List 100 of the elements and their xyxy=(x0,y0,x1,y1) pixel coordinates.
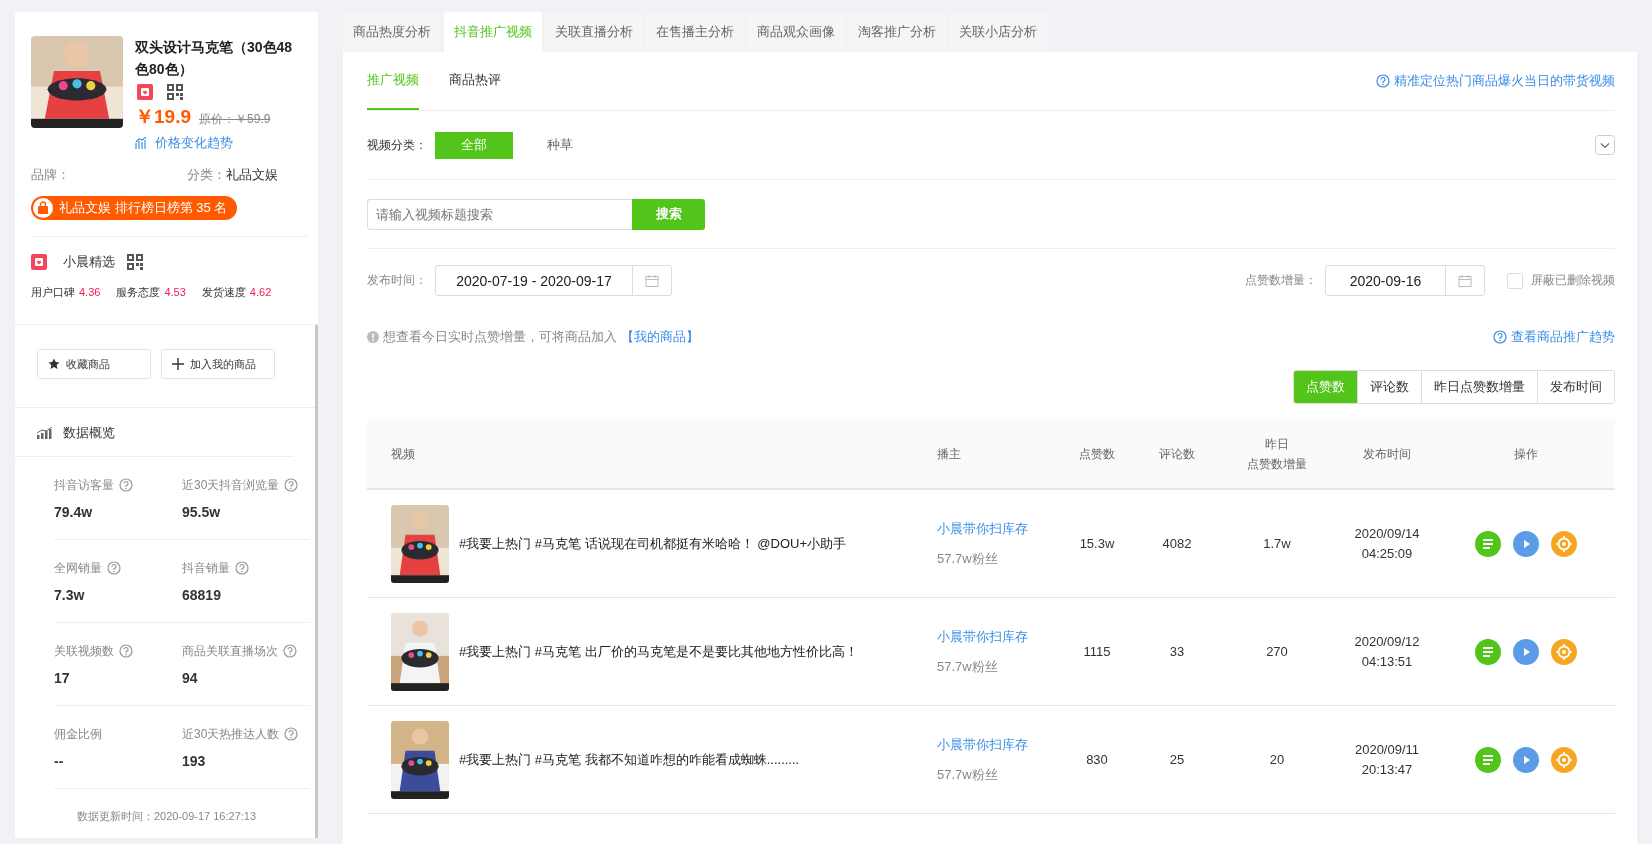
author-link[interactable]: 小晨带你扫库存 xyxy=(937,519,1028,538)
subtab[interactable]: 商品热评 xyxy=(449,52,501,110)
help-icon xyxy=(284,727,299,741)
metric-value: 68819 xyxy=(182,586,222,603)
rating-value: 4.62 xyxy=(249,286,272,298)
metric-value: -- xyxy=(54,752,65,769)
add-button[interactable]: 加入我的商品 xyxy=(161,349,275,379)
author-link[interactable]: 小晨带你扫库存 xyxy=(937,735,1028,754)
calendar-icon xyxy=(1458,273,1472,288)
metric-label: 佣金比例 xyxy=(54,725,102,743)
metric-value: 79.4w xyxy=(54,503,94,520)
product-title: 双头设计马克笔（30色48色80色） xyxy=(135,38,294,79)
shop-name: 小晨精选 xyxy=(63,253,115,271)
video-title: #我要上热门 #马克笔 我都不知道咋想的咋能看成蜘蛛......... xyxy=(459,750,800,769)
details-button[interactable] xyxy=(1475,638,1501,665)
category-option[interactable]: 种草 xyxy=(521,131,599,159)
column-header: 播主 xyxy=(937,445,962,463)
rating-label: 用户口碑 xyxy=(31,286,75,298)
date-picker[interactable]: 2020-07-19 - 2020-09-17 xyxy=(435,265,672,296)
search-field[interactable]: 请输入视频标题搜索 xyxy=(367,198,632,230)
my-products-link[interactable]: 【我的商品】 xyxy=(621,328,699,346)
help-icon xyxy=(283,644,297,658)
table-cell-text: 830 xyxy=(1085,752,1109,767)
rating-value: 4.36 xyxy=(79,286,101,298)
help-icon xyxy=(119,644,133,658)
plus-icon xyxy=(172,358,184,370)
rank-badge: 礼品文娱 排行榜日榜第 35 名 xyxy=(31,196,238,220)
checkbox-label: 屏蔽已删除视频 xyxy=(1531,272,1615,289)
author-link[interactable]: 小晨带你扫库存 xyxy=(937,627,1028,646)
shop-icon xyxy=(31,254,47,270)
tab[interactable]: 关联直播分析 xyxy=(545,12,643,52)
play-button[interactable] xyxy=(1513,530,1539,557)
follower-count: 57.7w粉丝 xyxy=(937,549,998,568)
help-icon xyxy=(284,478,299,492)
tab[interactable]: 在售播主分析 xyxy=(646,12,744,52)
details-button[interactable] xyxy=(1475,530,1501,557)
publish-date: 2020/09/11 xyxy=(1353,740,1421,759)
help-link[interactable]: 精准定位热门商品爆火当日的带货视频 xyxy=(1376,72,1615,90)
sort-button[interactable]: 发布时间 xyxy=(1537,371,1614,403)
category-value: 礼品文娱 xyxy=(226,167,278,182)
video-title: #我要上热门 #马克笔 出厂价的马克笔是不是要比其他地方性价比高！ xyxy=(459,642,858,661)
brand-label: 品牌： xyxy=(31,166,70,184)
metric-label: 近30天抖音浏览量 xyxy=(182,476,280,494)
help-icon xyxy=(119,478,133,492)
play-button[interactable] xyxy=(1513,746,1539,773)
target-button[interactable] xyxy=(1551,530,1577,557)
update-time: 数据更新时间：2020-09-17 16:27:13 xyxy=(75,809,258,824)
follower-count: 57.7w粉丝 xyxy=(937,657,998,676)
target-button[interactable] xyxy=(1551,746,1577,773)
expand-button[interactable] xyxy=(1595,135,1615,155)
tab[interactable]: 商品热度分析 xyxy=(343,12,441,52)
details-button[interactable] xyxy=(1475,746,1501,773)
info-icon xyxy=(367,331,379,343)
trend-link[interactable]: 查看商品推广趋势 xyxy=(1493,328,1615,346)
video-title: #我要上热门 #马克笔 话说现在司机都挺有米哈哈！ @DOU+小助手 xyxy=(459,534,846,553)
favorite-button[interactable]: 收藏商品 xyxy=(37,349,151,379)
column-header: 评论数 xyxy=(1158,445,1196,463)
help-icon xyxy=(1493,330,1507,344)
chart-icon xyxy=(37,427,53,439)
table-cell-text: 1.7w xyxy=(1262,536,1292,551)
metric-label: 抖音访客量 xyxy=(54,476,114,494)
table-cell-text: 25 xyxy=(1168,752,1186,767)
rating-label: 发货速度 xyxy=(201,286,246,298)
table-cell-text: 1115 xyxy=(1082,644,1112,659)
column-header: 点赞数增量 xyxy=(1246,455,1308,473)
metric-value: 7.3w xyxy=(54,586,86,603)
table-cell-text: 20 xyxy=(1268,752,1286,767)
publish-date: 2020/09/14 xyxy=(1353,524,1421,543)
metric-value: 94 xyxy=(182,669,199,686)
column-header: 视频 xyxy=(391,445,416,463)
price-trend-link[interactable]: 价格变化趋势 xyxy=(135,134,295,152)
tab[interactable]: 淘客推广分析 xyxy=(848,12,946,52)
rating-label: 服务态度 xyxy=(116,286,161,298)
table-cell-text: 270 xyxy=(1265,644,1289,659)
metric-label: 全网销量 xyxy=(54,559,102,577)
checkbox[interactable] xyxy=(1507,272,1523,289)
column-header: 操作 xyxy=(1513,445,1539,463)
tab[interactable]: 关联小店分析 xyxy=(949,12,1047,52)
metric-value: 17 xyxy=(54,669,71,686)
metric-label: 抖音销量 xyxy=(182,559,230,577)
publish-time: 04:13:51 xyxy=(1360,652,1414,671)
date-picker[interactable]: 2020-09-16 xyxy=(1325,265,1485,296)
price: ￥19.9 xyxy=(135,105,191,129)
table-cell-text: 33 xyxy=(1168,644,1186,659)
publish-date: 2020/09/12 xyxy=(1353,632,1421,651)
metric-value: 193 xyxy=(182,752,207,769)
category-label: 分类： xyxy=(187,167,226,182)
play-button[interactable] xyxy=(1513,638,1539,665)
qr-code-icon xyxy=(167,84,183,100)
help-icon xyxy=(107,561,121,575)
metric-label: 近30天热推达人数 xyxy=(182,725,280,743)
target-button[interactable] xyxy=(1551,638,1577,665)
table-cell-text: 4082 xyxy=(1161,536,1193,551)
rating-value: 4.53 xyxy=(164,286,186,298)
tab[interactable]: 商品观众画像 xyxy=(747,12,845,52)
calendar-icon xyxy=(645,273,659,288)
filter-label: 点赞数增量： xyxy=(1245,272,1317,289)
chart-icon xyxy=(135,137,147,149)
metric-label: 关联视频数 xyxy=(54,642,114,660)
shop-icon xyxy=(137,84,153,100)
